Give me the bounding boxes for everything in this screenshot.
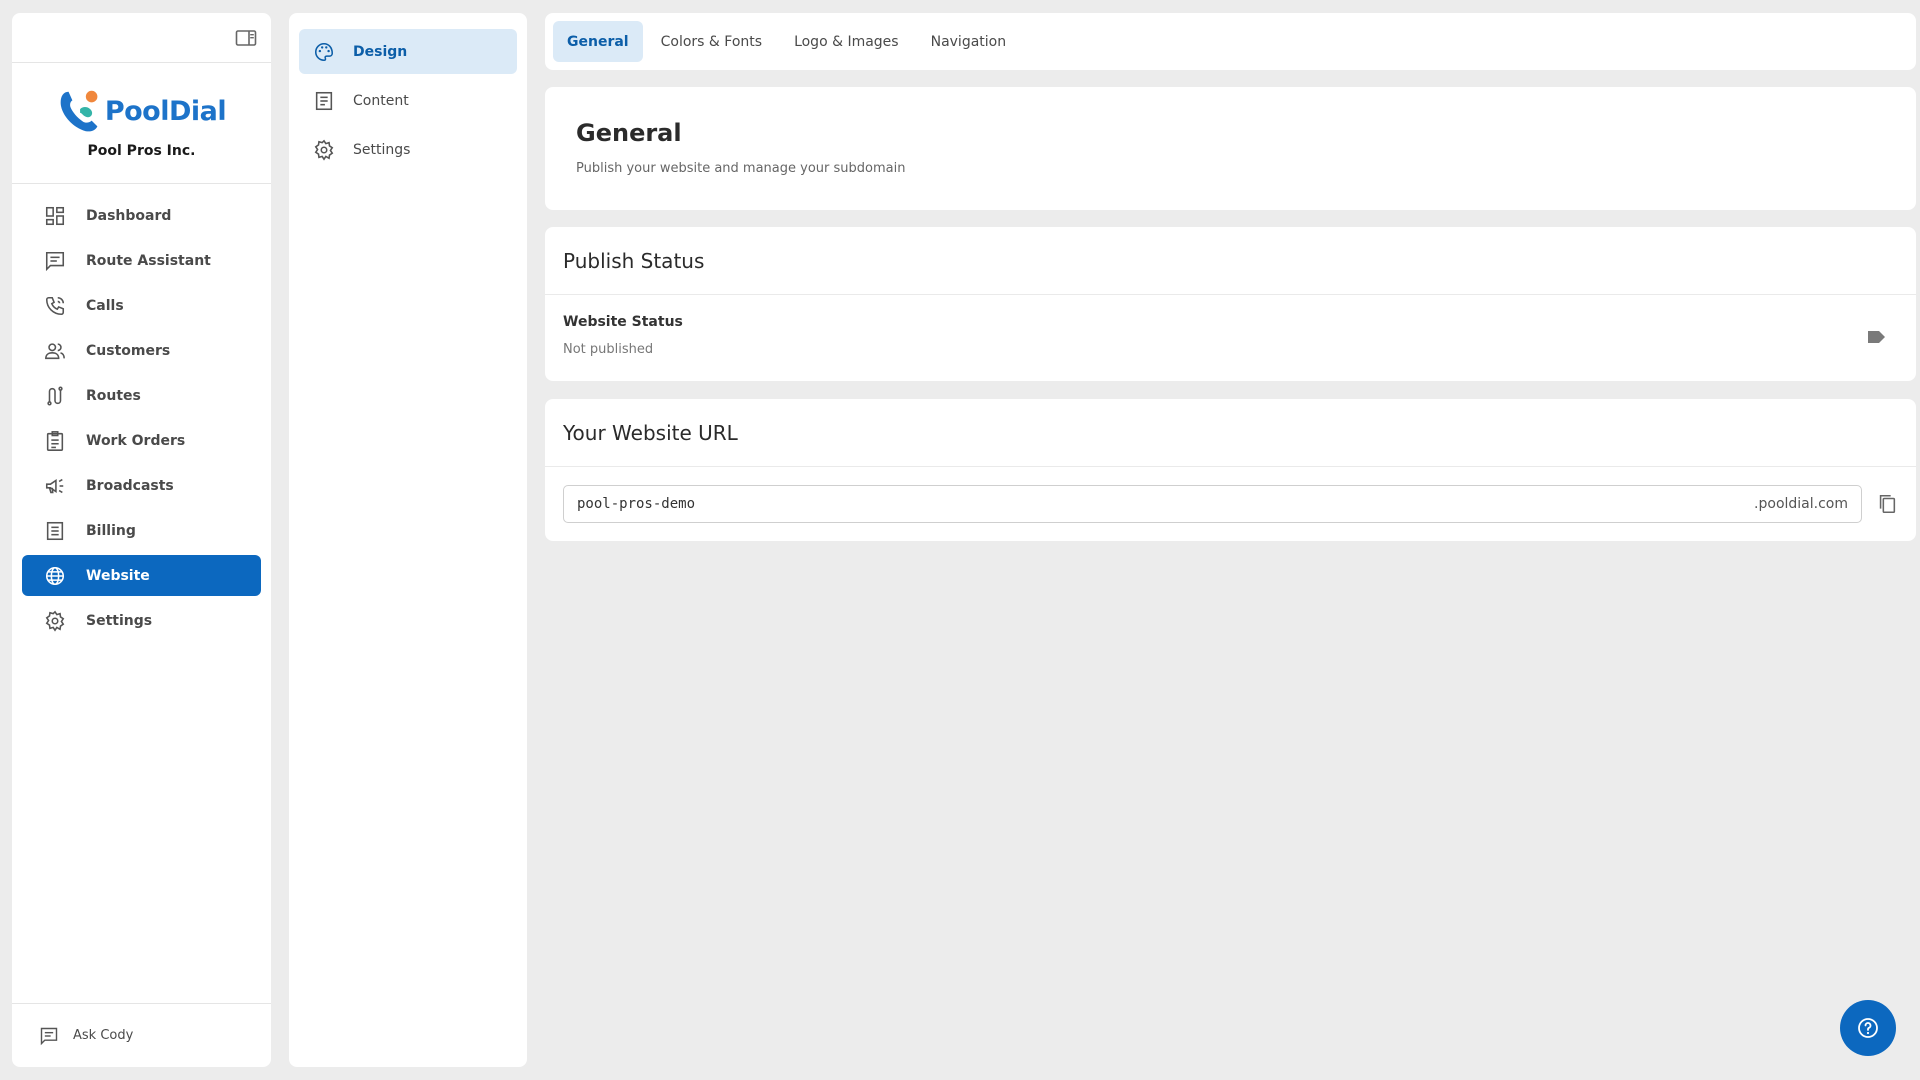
sidebar-item-broadcasts[interactable]: Broadcasts [22, 465, 261, 506]
sidebar-item-label: Dashboard [86, 207, 172, 224]
submenu-item-content[interactable]: Content [299, 78, 517, 123]
submenu-item-settings[interactable]: Settings [299, 127, 517, 172]
logo-text: PoolDial [104, 95, 227, 127]
main-sidebar: PoolDial Pool Pros Inc. Dashboard Route … [12, 13, 271, 1067]
sidebar-item-label: Website [86, 567, 150, 584]
collapse-sidebar-icon[interactable] [235, 28, 257, 48]
sidebar-item-label: Route Assistant [86, 252, 211, 269]
website-status-value: Not published [563, 342, 654, 357]
publish-status-title: Publish Status [545, 227, 1916, 295]
tab-logo-images[interactable]: Logo & Images [780, 21, 913, 62]
sidebar-item-label: Work Orders [86, 432, 186, 449]
url-row: .pooldial.com [545, 467, 1916, 541]
tab-navigation[interactable]: Navigation [917, 21, 1021, 62]
tab-general[interactable]: General [553, 21, 643, 62]
help-button[interactable] [1840, 1000, 1896, 1056]
website-status-label: Website Status [563, 314, 683, 330]
sidebar-item-calls[interactable]: Calls [22, 285, 261, 326]
page-title: General [576, 119, 682, 147]
company-name: Pool Pros Inc. [87, 143, 196, 159]
sidebar-item-work-orders[interactable]: Work Orders [22, 420, 261, 461]
megaphone-icon [45, 478, 64, 493]
gear-icon [45, 610, 65, 632]
design-tabs: General Colors & Fonts Logo & Images Nav… [545, 13, 1916, 70]
sidebar-nav: Dashboard Route Assistant Calls Customer… [12, 184, 271, 1003]
publish-status-card: Publish Status Website Status Not publis… [545, 227, 1916, 381]
phone-icon [45, 296, 65, 315]
pooldial-logo[interactable]: PoolDial [57, 85, 227, 137]
route-icon [47, 386, 63, 405]
sidebar-item-routes[interactable]: Routes [22, 375, 261, 416]
sidebar-item-dashboard[interactable]: Dashboard [22, 195, 261, 236]
submenu-item-label: Content [353, 92, 409, 109]
sidebar-item-label: Calls [86, 297, 124, 314]
submenu-item-label: Settings [353, 141, 411, 158]
sidebar-item-settings[interactable]: Settings [22, 600, 261, 641]
chat-icon [45, 251, 65, 271]
submenu-item-design[interactable]: Design [299, 29, 517, 74]
sidebar-item-website[interactable]: Website [22, 555, 261, 596]
sidebar-item-label: Broadcasts [86, 477, 174, 494]
website-submenu: Design Content Settings [289, 13, 527, 1067]
sidebar-item-billing[interactable]: Billing [22, 510, 261, 551]
tab-colors-fonts[interactable]: Colors & Fonts [647, 21, 776, 62]
sidebar-item-label: Billing [86, 522, 136, 539]
palette-icon [315, 42, 334, 61]
help-icon [1858, 1018, 1878, 1038]
clipboard-icon [46, 430, 64, 451]
subdomain-input[interactable] [577, 496, 1755, 512]
receipt-icon [46, 521, 64, 540]
sidebar-item-label: Routes [86, 387, 141, 404]
website-url-card: Your Website URL .pooldial.com [545, 399, 1916, 541]
ask-cody-button[interactable]: Ask Cody [12, 1003, 271, 1067]
page-header-card: General Publish your website and manage … [545, 87, 1916, 210]
ask-cody-label: Ask Cody [73, 1028, 134, 1043]
submenu-item-label: Design [353, 43, 408, 60]
copy-icon[interactable] [1876, 493, 1898, 515]
globe-icon [45, 566, 65, 585]
publish-toggle[interactable] [1866, 329, 1888, 345]
sidebar-item-route-assistant[interactable]: Route Assistant [22, 240, 261, 281]
sidebar-item-customers[interactable]: Customers [22, 330, 261, 371]
brand-block: PoolDial Pool Pros Inc. [12, 63, 271, 184]
sidebar-item-label: Settings [86, 612, 153, 629]
gear-icon [314, 139, 334, 161]
chat-icon [40, 1027, 58, 1045]
document-icon [315, 91, 333, 110]
subdomain-field: .pooldial.com [563, 485, 1862, 523]
people-icon [45, 342, 65, 359]
website-url-title: Your Website URL [545, 399, 1916, 467]
sidebar-top [12, 13, 271, 63]
page-subtitle: Publish your website and manage your sub… [576, 161, 906, 176]
sidebar-item-label: Customers [86, 342, 171, 359]
website-status-row: Website Status Not published [545, 295, 1916, 376]
dashboard-icon [45, 206, 65, 225]
domain-suffix: .pooldial.com [1754, 496, 1848, 512]
logo-mark-icon [60, 90, 98, 132]
